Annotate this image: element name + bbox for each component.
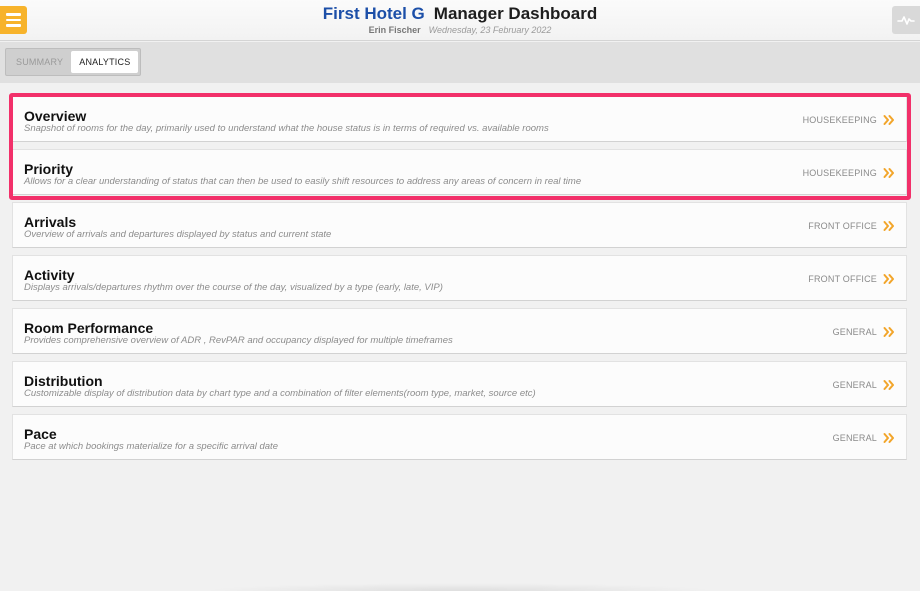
double-chevron-right-icon[interactable]: [883, 378, 895, 390]
dashboard-card-activity[interactable]: Activity Displays arrivals/departures rhy…: [12, 255, 907, 301]
page-title: First Hotel G Manager Dashboard: [0, 4, 920, 24]
card-description: Displays arrivals/departures rhythm over…: [24, 282, 443, 293]
subtitle: Erin Fischer Wednesday, 23 February 2022: [0, 24, 920, 36]
double-chevron-right-icon[interactable]: [883, 113, 895, 125]
card-description: Provides comprehensive overview of ADR ,…: [24, 335, 453, 346]
double-chevron-right-icon[interactable]: [883, 219, 895, 231]
view-toolbar: Summary Analytics: [0, 42, 920, 83]
dashboard-card-room-performance[interactable]: Room Performance Provides comprehensive o…: [12, 308, 907, 354]
dashboard-card-overview[interactable]: Overview Snapshot of rooms for the day, p…: [12, 96, 907, 142]
dashboard-card-arrivals[interactable]: Arrivals Overview of arrivals and departu…: [12, 202, 907, 248]
card-title: Room Performance: [24, 320, 154, 336]
card-title: Overview: [24, 108, 87, 124]
dashboard-card-priority[interactable]: Priority Allows for a clear understanding…: [12, 149, 907, 195]
card-description: Allows for a clear understanding of stat…: [24, 176, 582, 187]
card-category: General: [832, 327, 877, 337]
card-description: Snapshot of rooms for the day, primarily…: [24, 123, 549, 134]
hotel-name: First Hotel G: [322, 4, 425, 23]
double-chevron-right-icon[interactable]: [883, 325, 895, 337]
dashboard-title: Manager Dashboard: [433, 4, 598, 23]
card-description: Pace at which bookings materialize for a…: [24, 441, 278, 452]
card-title: Activity: [24, 267, 75, 283]
card-category: Front Office: [808, 274, 877, 284]
app-header: First Hotel G Manager Dashboard Erin Fisc…: [0, 0, 920, 41]
card-title: Distribution: [24, 373, 103, 389]
card-category: General: [832, 380, 877, 390]
current-date: Wednesday, 23 February 2022: [428, 25, 552, 35]
view-tabs: Summary Analytics: [5, 48, 142, 76]
dashboard-card-distribution[interactable]: Distribution Customizable display of dist…: [12, 361, 907, 407]
double-chevron-right-icon[interactable]: [883, 431, 895, 443]
card-title: Pace: [24, 426, 57, 442]
card-category: Front Office: [808, 221, 877, 231]
pulse-icon[interactable]: [892, 6, 920, 34]
card-category: Housekeeping: [802, 115, 877, 125]
card-category: General: [832, 433, 877, 443]
card-title: Priority: [24, 161, 74, 177]
tab-analytics[interactable]: Analytics: [71, 51, 139, 73]
user-name: Erin Fischer: [368, 25, 421, 35]
tab-summary[interactable]: Summary: [8, 51, 71, 73]
card-title: Arrivals: [24, 214, 77, 230]
card-description: Customizable display of distribution dat…: [24, 388, 536, 399]
card-description: Overview of arrivals and departures disp…: [24, 229, 332, 240]
dashboard-card-pace[interactable]: Pace Pace at which bookings materialize f…: [12, 414, 907, 460]
double-chevron-right-icon[interactable]: [883, 166, 895, 178]
card-category: Housekeeping: [802, 168, 877, 178]
title-block: First Hotel G Manager Dashboard Erin Fisc…: [0, 4, 920, 36]
double-chevron-right-icon[interactable]: [883, 272, 895, 284]
bottom-shadow: [200, 583, 720, 591]
